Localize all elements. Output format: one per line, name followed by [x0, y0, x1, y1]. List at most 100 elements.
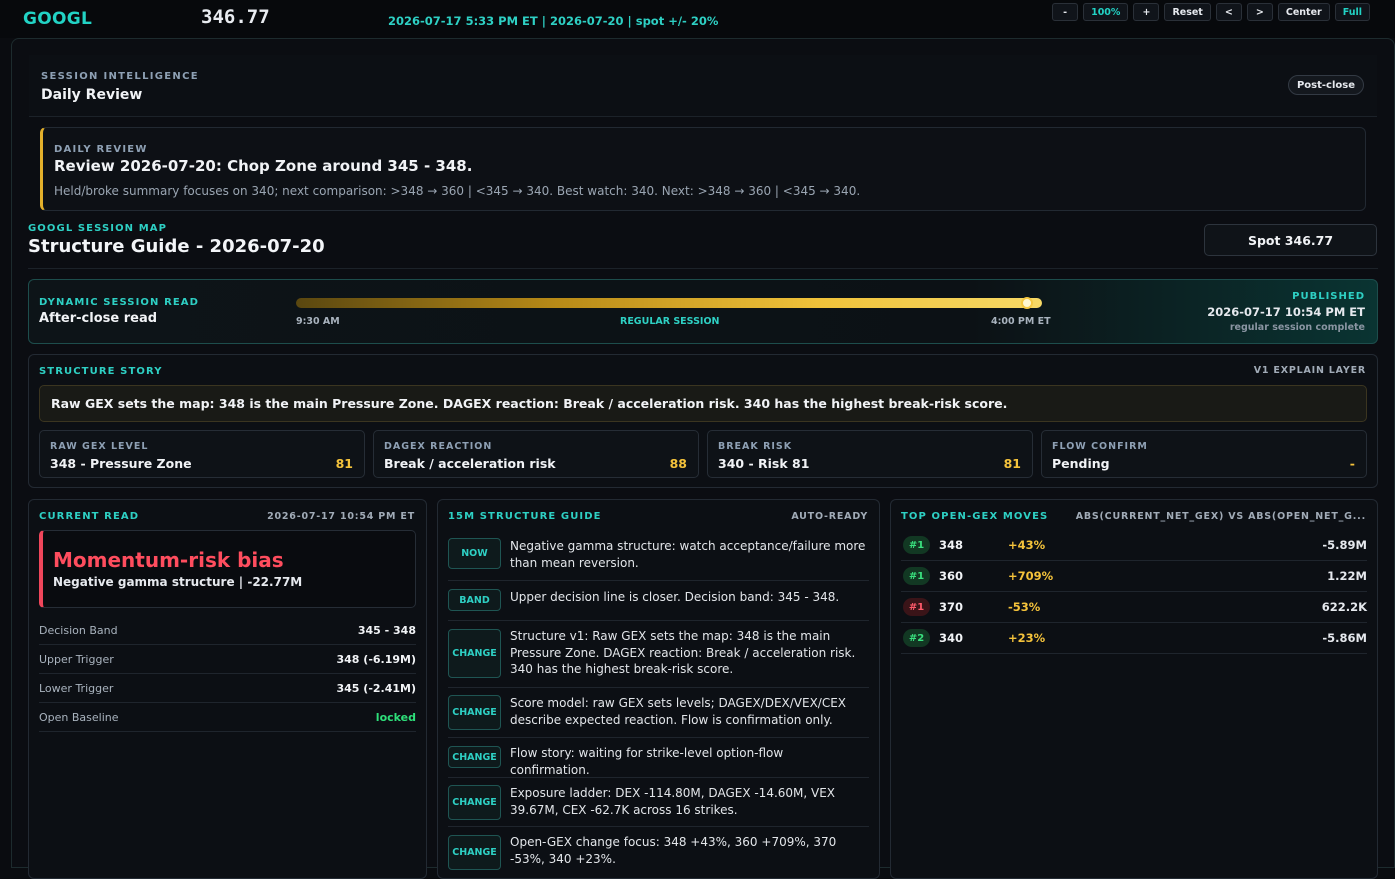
guide-item: CHANGE Structure v1: Raw GEX sets the ma… — [448, 621, 869, 688]
status-pill[interactable]: Post-close — [1287, 75, 1364, 95]
raw-gex-card: RAW GEX LEVEL 348 - Pressure Zone 81 — [39, 430, 365, 478]
strike: 370 — [939, 600, 964, 614]
guide-tag: CHANGE — [448, 785, 501, 820]
panel-formula: ABS(CURRENT_NET_GEX) VS ABS(OPEN_NET_G..… — [1075, 511, 1366, 522]
row-value: 345 (-2.41M) — [336, 681, 417, 695]
next-button[interactable]: > — [1246, 3, 1273, 21]
break-risk-card: BREAK RISK 340 - Risk 81 81 — [707, 430, 1033, 478]
guide-item: CHANGE Open-GEX change focus: 348 +43%, … — [448, 827, 869, 877]
strike: 360 — [939, 569, 964, 583]
change-percent: +709% — [1008, 569, 1054, 583]
divider — [28, 268, 1378, 269]
rank-badge: #2 — [903, 629, 930, 647]
change-percent: -53% — [1008, 600, 1041, 614]
bias-subtitle: Negative gamma structure | -22.77M — [53, 575, 303, 589]
session-info: 2026-07-17 5:33 PM ET | 2026-07-20 | spo… — [388, 14, 719, 28]
guide-tag: BAND — [448, 589, 501, 611]
structure-story-label: STRUCTURE STORY — [39, 366, 163, 377]
strike: 348 — [939, 538, 964, 552]
top-open-gex-moves-panel: TOP OPEN-GEX MOVES ABS(CURRENT_NET_GEX) … — [890, 499, 1378, 879]
session-end-time: 4:00 PM ET — [991, 316, 1051, 327]
explain-layer-label: V1 EXPLAIN LAYER — [1253, 365, 1366, 376]
guide-item: NOW Negative gamma structure: watch acce… — [448, 535, 869, 581]
session-map-label: GOOGL SESSION MAP — [28, 223, 168, 234]
previous-button[interactable]: < — [1215, 3, 1242, 21]
row-value: 345 - 348 — [357, 623, 416, 637]
guide-text: Flow story: waiting for strike-level opt… — [510, 746, 784, 777]
card-label: RAW GEX LEVEL — [50, 441, 149, 452]
guide-tag: CHANGE — [448, 629, 501, 678]
row-value: locked — [375, 710, 416, 724]
card-score: - — [1349, 456, 1355, 471]
row-key: Lower Trigger — [39, 681, 114, 695]
move-row: #1 370 -53% 622.2K — [901, 592, 1367, 623]
card-score: 81 — [335, 456, 353, 471]
bias-title: Momentum-risk bias — [53, 548, 284, 572]
dagex-reaction-card: DAGEX REACTION Break / acceleration risk… — [373, 430, 699, 478]
dynamic-read-label: DYNAMIC SESSION READ — [39, 297, 200, 308]
guide-item: BAND Upper decision line is closer. Deci… — [448, 581, 869, 621]
session-progress-marker — [1021, 297, 1034, 309]
center-button[interactable]: Center — [1277, 3, 1330, 21]
guide-text: Upper decision line is closer. Decision … — [510, 590, 840, 604]
section-label: SESSION INTELLIGENCE — [41, 71, 199, 82]
rank-badge: #1 — [903, 536, 930, 554]
guide-item: CHANGE Flow story: waiting for strike-le… — [448, 738, 869, 778]
session-progress-bar — [296, 297, 1042, 309]
zoom-in-button[interactable]: + — [1133, 3, 1160, 21]
reset-button[interactable]: Reset — [1164, 3, 1211, 21]
zoom-level-button[interactable]: 100% — [1083, 3, 1129, 21]
row-key: Open Baseline — [39, 710, 119, 724]
decision-band-row: Decision Band 345 - 348 — [39, 616, 416, 645]
current-read-panel: CURRENT READ 2026-07-17 10:54 PM ET Mome… — [28, 499, 427, 879]
guide-tag: CHANGE — [448, 695, 501, 730]
dynamic-session-read: DYNAMIC SESSION READ After-close read 9:… — [28, 279, 1378, 344]
row-key: Decision Band — [39, 623, 118, 637]
chart-controls: - 100% + Reset < > Center Full — [1052, 3, 1370, 21]
guide-tag: CHANGE — [448, 746, 501, 768]
strike: 340 — [939, 631, 964, 645]
spot-price: 346.77 — [201, 6, 270, 28]
row-key: Upper Trigger — [39, 652, 114, 666]
guide-text: Open-GEX change focus: 348 +43%, 360 +70… — [510, 835, 837, 866]
panel-label: 15M STRUCTURE GUIDE — [448, 511, 602, 522]
card-label: BREAK RISK — [718, 441, 793, 452]
daily-review-label: DAILY REVIEW — [54, 144, 148, 155]
guide-text: Score model: raw GEX sets levels; DAGEX/… — [510, 696, 847, 727]
panel-label: TOP OPEN-GEX MOVES — [901, 511, 1049, 522]
zoom-out-button[interactable]: - — [1052, 3, 1079, 21]
guide-item: CHANGE Score model: raw GEX sets levels;… — [448, 688, 869, 738]
full-button[interactable]: Full — [1334, 3, 1370, 21]
guide-tag: NOW — [448, 538, 501, 569]
change-percent: +23% — [1008, 631, 1046, 645]
card-value: Break / acceleration risk — [384, 456, 556, 471]
page-title: Structure Guide - 2026-07-20 — [28, 236, 325, 257]
panel-timestamp: 2026-07-17 10:54 PM ET — [267, 511, 415, 522]
net-gex: -5.86M — [1322, 631, 1367, 645]
card-value: Pending — [1052, 456, 1110, 471]
structure-story-banner: Raw GEX sets the map: 348 is the main Pr… — [39, 385, 1367, 422]
bias-box: Momentum-risk bias Negative gamma struct… — [39, 530, 416, 608]
change-percent: +43% — [1008, 538, 1046, 552]
flow-confirm-card: FLOW CONFIRM Pending - — [1041, 430, 1367, 478]
net-gex: 1.22M — [1327, 569, 1367, 583]
rank-badge: #1 — [903, 567, 930, 585]
daily-review-summary: Held/broke summary focuses on 340; next … — [54, 184, 861, 198]
row-value: 348 (-6.19M) — [336, 652, 417, 666]
panel-status: AUTO-READY — [791, 511, 868, 522]
card-label: FLOW CONFIRM — [1052, 441, 1148, 452]
section-title: Daily Review — [41, 87, 143, 103]
card-value: 348 - Pressure Zone — [50, 456, 192, 471]
structure-guide-panel: 15M STRUCTURE GUIDE AUTO-READY NOW Negat… — [437, 499, 880, 879]
move-row: #1 360 +709% 1.22M — [901, 561, 1367, 592]
guide-text: Structure v1: Raw GEX sets the map: 348 … — [510, 629, 856, 676]
net-gex: 622.2K — [1321, 600, 1367, 614]
guide-text: Exposure ladder: DEX -114.80M, DAGEX -14… — [510, 786, 836, 817]
top-bar: GOOGL 346.77 2026-07-17 5:33 PM ET | 202… — [0, 0, 1395, 38]
dynamic-read-title: After-close read — [39, 311, 158, 326]
daily-review-title: Review 2026-07-20: Chop Zone around 345 … — [54, 157, 473, 175]
session-intelligence-header: SESSION INTELLIGENCE Daily Review Post-c… — [29, 55, 1377, 117]
daily-review-card: DAILY REVIEW Review 2026-07-20: Chop Zon… — [40, 127, 1366, 211]
guide-tag: CHANGE — [448, 835, 501, 870]
card-score: 81 — [1003, 456, 1021, 471]
